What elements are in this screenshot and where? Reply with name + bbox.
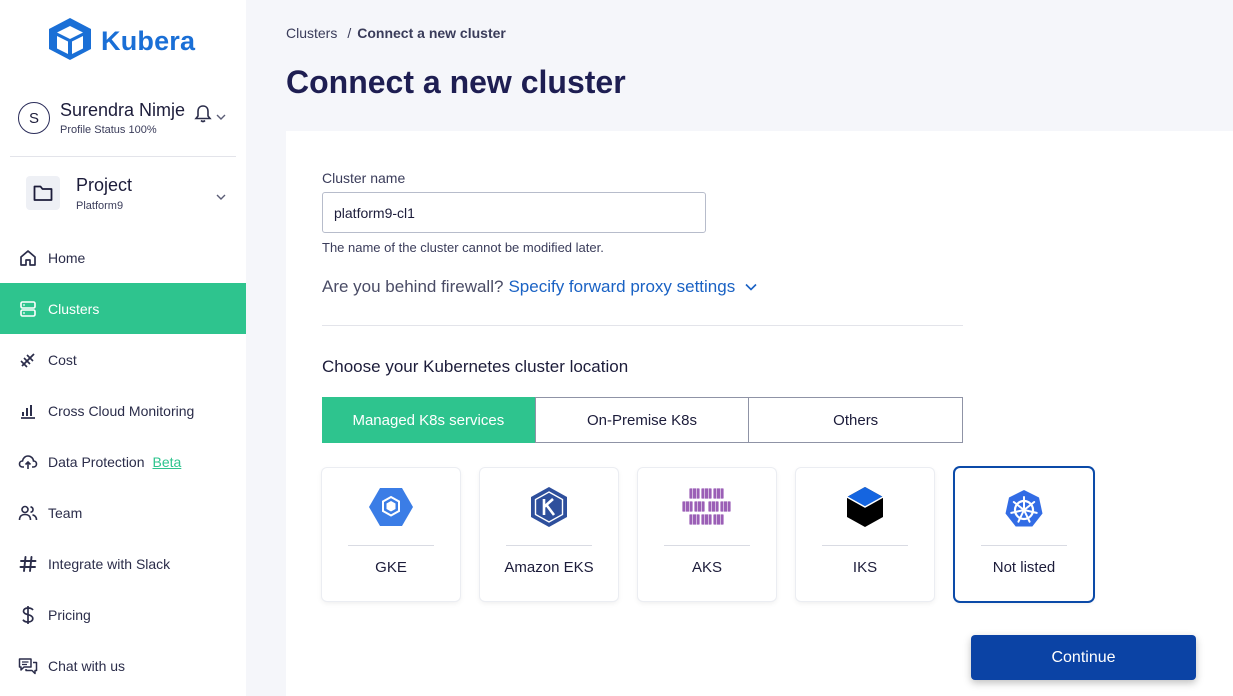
- cluster-name-label: Cluster name: [322, 170, 406, 186]
- breadcrumb-current: Connect a new cluster: [357, 25, 506, 41]
- user-name: Surendra Nimje: [60, 100, 186, 120]
- kubera-logo-icon: [47, 17, 93, 66]
- provider-divider: [506, 545, 592, 546]
- profile-status: Profile Status 100%: [60, 124, 157, 136]
- sidebar-item-label: Cross Cloud Monitoring: [48, 402, 195, 419]
- project-selector[interactable]: Project Platform9: [26, 172, 236, 216]
- eks-icon: [480, 485, 618, 529]
- sidebar-item-label: Cost: [48, 351, 77, 368]
- aks-icon: [638, 485, 776, 529]
- sidebar-item-chat-with-us[interactable]: Chat with us: [0, 640, 246, 691]
- sidebar-divider: [10, 156, 236, 157]
- sidebar-nav: Home Clusters Cost Cross Cloud Monitorin…: [0, 232, 246, 691]
- gke-icon: [322, 485, 460, 529]
- page-title: Connect a new cluster: [286, 64, 626, 100]
- proxy-settings-link[interactable]: Specify forward proxy settings: [508, 277, 735, 297]
- location-section-title: Choose your Kubernetes cluster location: [322, 357, 629, 376]
- monitoring-icon: [18, 401, 38, 421]
- clusters-icon: [18, 299, 38, 319]
- folder-icon: [26, 176, 60, 210]
- provider-divider: [664, 545, 750, 546]
- cluster-name-hint: The name of the cluster cannot be modifi…: [322, 240, 604, 255]
- provider-divider: [348, 545, 434, 546]
- app-name: Kubera: [101, 26, 196, 56]
- sidebar-item-label: Team: [48, 504, 83, 521]
- provider-name: GKE: [375, 559, 407, 576]
- provider-card-gke[interactable]: GKE: [322, 468, 460, 601]
- dollar-icon: [18, 605, 38, 625]
- chevron-down-icon[interactable]: [745, 283, 757, 291]
- firewall-question: Are you behind firewall?: [322, 277, 504, 296]
- sidebar-item-team[interactable]: Team: [0, 487, 246, 538]
- logo[interactable]: Kubera: [47, 17, 195, 66]
- provider-name: IKS: [852, 559, 878, 576]
- breadcrumb-root-link[interactable]: Clusters: [286, 25, 337, 41]
- cost-icon: [18, 350, 38, 370]
- chat-icon: [18, 656, 38, 676]
- provider-name: AKS: [691, 559, 722, 576]
- project-name: Platform9: [76, 200, 124, 212]
- bell-icon[interactable]: [194, 104, 212, 129]
- sidebar-item-data-protection[interactable]: Data Protection Beta: [0, 436, 246, 487]
- sidebar-item-label: Home: [48, 249, 86, 266]
- sidebar-item-pricing[interactable]: Pricing: [0, 589, 246, 640]
- sidebar-item-clusters[interactable]: Clusters: [0, 283, 246, 334]
- provider-divider: [981, 545, 1067, 546]
- user-profile[interactable]: S Surendra Nimje Profile Status 100%: [18, 100, 238, 136]
- team-icon: [18, 503, 38, 523]
- tab-on-premise-k8s[interactable]: On-Premise K8s: [534, 398, 749, 442]
- cluster-name-input[interactable]: [322, 192, 706, 233]
- iks-icon: [796, 485, 934, 529]
- breadcrumb-separator: /: [347, 25, 352, 41]
- chevron-down-icon[interactable]: [216, 108, 226, 126]
- sidebar-item-home[interactable]: Home: [0, 232, 246, 283]
- sidebar-item-cross-cloud-monitoring[interactable]: Cross Cloud Monitoring: [0, 385, 246, 436]
- sidebar-item-label: Chat with us: [48, 657, 126, 674]
- slack-icon: [18, 554, 38, 574]
- provider-card-aks[interactable]: AKS: [638, 468, 776, 601]
- sidebar-item-label: Data Protection: [48, 453, 145, 470]
- continue-button[interactable]: Continue: [971, 635, 1196, 680]
- cloud-upload-icon: [18, 452, 38, 472]
- provider-name: Not listed: [992, 559, 1056, 576]
- sidebar-item-label: Integrate with Slack: [48, 555, 171, 572]
- provider-divider: [822, 545, 908, 546]
- sidebar-item-cost[interactable]: Cost: [0, 334, 246, 385]
- sidebar-item-integrate-with-slack[interactable]: Integrate with Slack: [0, 538, 246, 589]
- home-icon: [18, 248, 38, 268]
- tab-managed-k8s-services[interactable]: Managed K8s services: [322, 397, 535, 443]
- beta-badge[interactable]: Beta: [153, 454, 182, 470]
- provider-name: Amazon EKS: [504, 559, 594, 576]
- firewall-row: Are you behind firewall? Specify forward…: [322, 277, 757, 297]
- sidebar: Kubera S Surendra Nimje Profile Status 1…: [0, 0, 246, 696]
- project-title: Project: [76, 175, 133, 195]
- breadcrumb: Clusters / Connect a new cluster: [286, 25, 506, 41]
- kubernetes-icon: [955, 487, 1093, 531]
- chevron-down-icon[interactable]: [216, 188, 226, 206]
- provider-card-amazon-eks[interactable]: Amazon EKS: [480, 468, 618, 601]
- section-divider: [322, 325, 963, 326]
- tab-others[interactable]: Others: [748, 398, 963, 442]
- avatar: S: [18, 102, 50, 134]
- provider-card-iks[interactable]: IKS: [796, 468, 934, 601]
- sidebar-item-label: Clusters: [48, 300, 100, 317]
- sidebar-item-label: Pricing: [48, 606, 91, 623]
- location-tabs: Managed K8s services On-Premise K8s Othe…: [322, 397, 963, 443]
- provider-card-not-listed[interactable]: Not listed: [955, 468, 1093, 601]
